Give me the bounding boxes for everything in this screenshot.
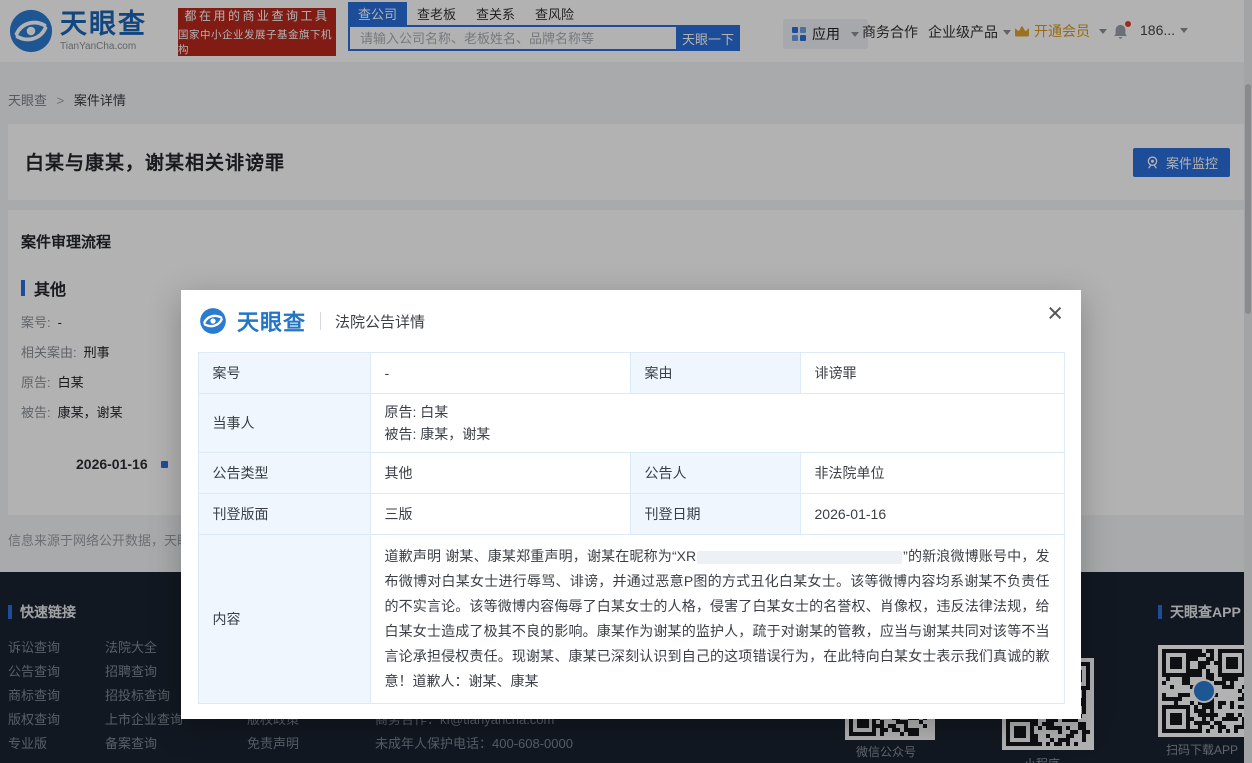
tianyancha-eye-icon (199, 307, 227, 335)
divider (320, 312, 321, 330)
table-row: 公告类型 其他 公告人 非法院单位 (198, 453, 1064, 494)
modal-brand-name: 天眼查 (237, 305, 306, 337)
party-defendant: 被告: 康某，谢某 (385, 423, 1050, 445)
modal-header: 天眼查 法院公告详情 × (181, 290, 1081, 352)
publish-page-label: 刊登版面 (198, 494, 370, 535)
table-row: 案号 - 案由 诽谤罪 (198, 353, 1064, 394)
close-icon[interactable]: × (1047, 300, 1063, 327)
announcer-label: 公告人 (630, 453, 800, 494)
case-number-label: 案号 (198, 353, 370, 394)
content-text-prefix: 道歉声明 谢某、康某郑重声明，谢某在昵称为“XR (385, 548, 697, 564)
publish-date-label: 刊登日期 (630, 494, 800, 535)
publish-page-value: 三版 (370, 494, 630, 535)
table-row: 内容 道歉声明 谢某、康某郑重声明，谢某在昵称为“XR”的新浪微博账号中，发布微… (198, 535, 1064, 704)
content-value: 道歉声明 谢某、康某郑重声明，谢某在昵称为“XR”的新浪微博账号中，发布微博对白… (370, 535, 1064, 704)
court-announcement-modal: 天眼查 法院公告详情 × 案号 - 案由 诽谤罪 当事人 原告: 白某 被告: … (181, 290, 1081, 719)
publish-date-value: 2026-01-16 (800, 494, 1064, 535)
party-plaintiff: 原告: 白某 (385, 401, 1050, 423)
screen: 天眼查 TianYanCha.com 都在用的商业查询工具 国家中小企业发展子基… (0, 0, 1252, 763)
cause-label: 案由 (630, 353, 800, 394)
announcer-value: 非法院单位 (800, 453, 1064, 494)
table-row: 当事人 原告: 白某 被告: 康某，谢某 (198, 394, 1064, 453)
case-number-value: - (370, 353, 630, 394)
announcement-type-label: 公告类型 (198, 453, 370, 494)
modal-title: 法院公告详情 (335, 311, 425, 332)
cause-value: 诽谤罪 (800, 353, 1064, 394)
table-row: 刊登版面 三版 刊登日期 2026-01-16 (198, 494, 1064, 535)
party-value: 原告: 白某 被告: 康某，谢某 (370, 394, 1064, 453)
redacted-content-block (697, 551, 902, 564)
announcement-table: 案号 - 案由 诽谤罪 当事人 原告: 白某 被告: 康某，谢某 公告类型 其他… (198, 352, 1065, 704)
content-label: 内容 (198, 535, 370, 704)
party-label: 当事人 (198, 394, 370, 453)
announcement-type-value: 其他 (370, 453, 630, 494)
content-text-suffix: ”的新浪微博账号中，发布微博对白某女士进行辱骂、诽谤，并通过恶意P图的方式丑化白… (385, 548, 1050, 689)
